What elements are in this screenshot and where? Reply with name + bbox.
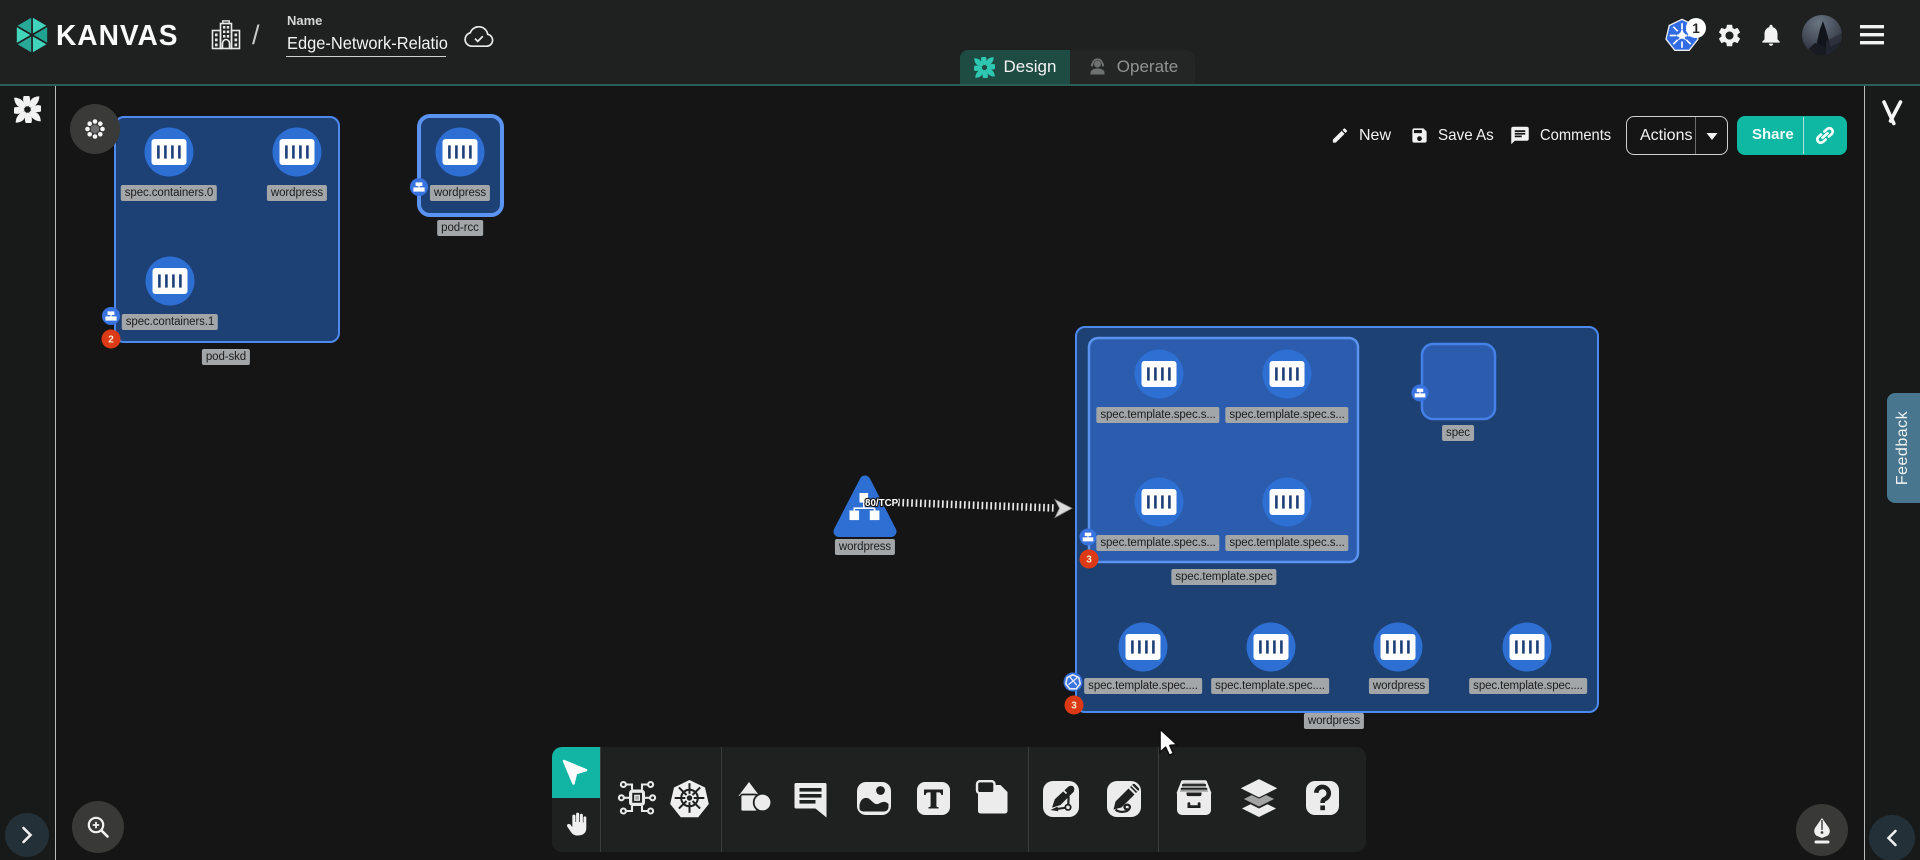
svg-text:3: 3 xyxy=(1086,555,1092,566)
svg-text:3: 3 xyxy=(1071,701,1077,712)
svg-text:80/TCP: 80/TCP xyxy=(865,498,899,509)
svg-text:2: 2 xyxy=(108,335,114,346)
